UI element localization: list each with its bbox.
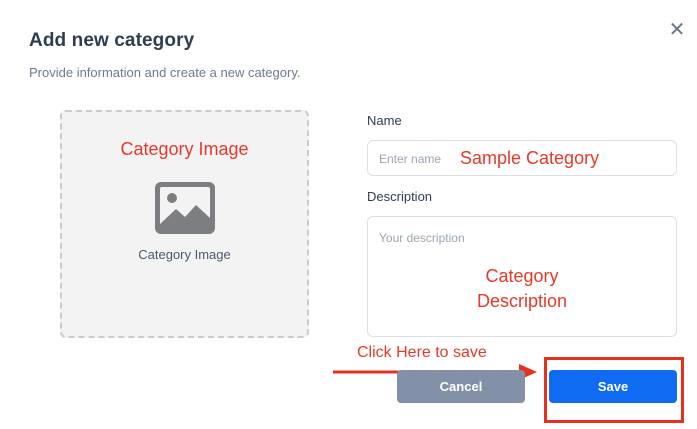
description-textarea[interactable]: Your description Category Description	[367, 216, 677, 337]
cancel-button[interactable]: Cancel	[397, 370, 525, 403]
name-annotation: Sample Category	[460, 148, 600, 168]
description-annotation: Category Description	[368, 264, 676, 314]
add-category-dialog: Add new category Provide information and…	[0, 0, 697, 429]
dialog-subtitle: Provide information and create a new cat…	[29, 65, 301, 80]
description-annotation-line1: Category	[485, 266, 559, 286]
dialog-title: Add new category	[29, 30, 195, 51]
description-label: Description	[367, 189, 433, 204]
description-placeholder: Your description	[379, 231, 465, 245]
description-annotation-line2: Description	[476, 291, 568, 311]
category-image-upload[interactable]: Category Image Category Image	[60, 110, 309, 338]
name-input[interactable]: Enter name Sample Category	[367, 140, 677, 176]
image-label: Category Image	[138, 247, 231, 262]
click-hint-annotation: Click Here to save	[357, 344, 487, 361]
image-annotation: Category Image	[120, 139, 249, 159]
image-icon	[155, 182, 215, 234]
name-label: Name	[367, 113, 402, 128]
save-highlight-box	[544, 357, 684, 423]
close-icon[interactable]: ✕	[668, 20, 686, 40]
name-placeholder: Enter name	[379, 152, 442, 166]
